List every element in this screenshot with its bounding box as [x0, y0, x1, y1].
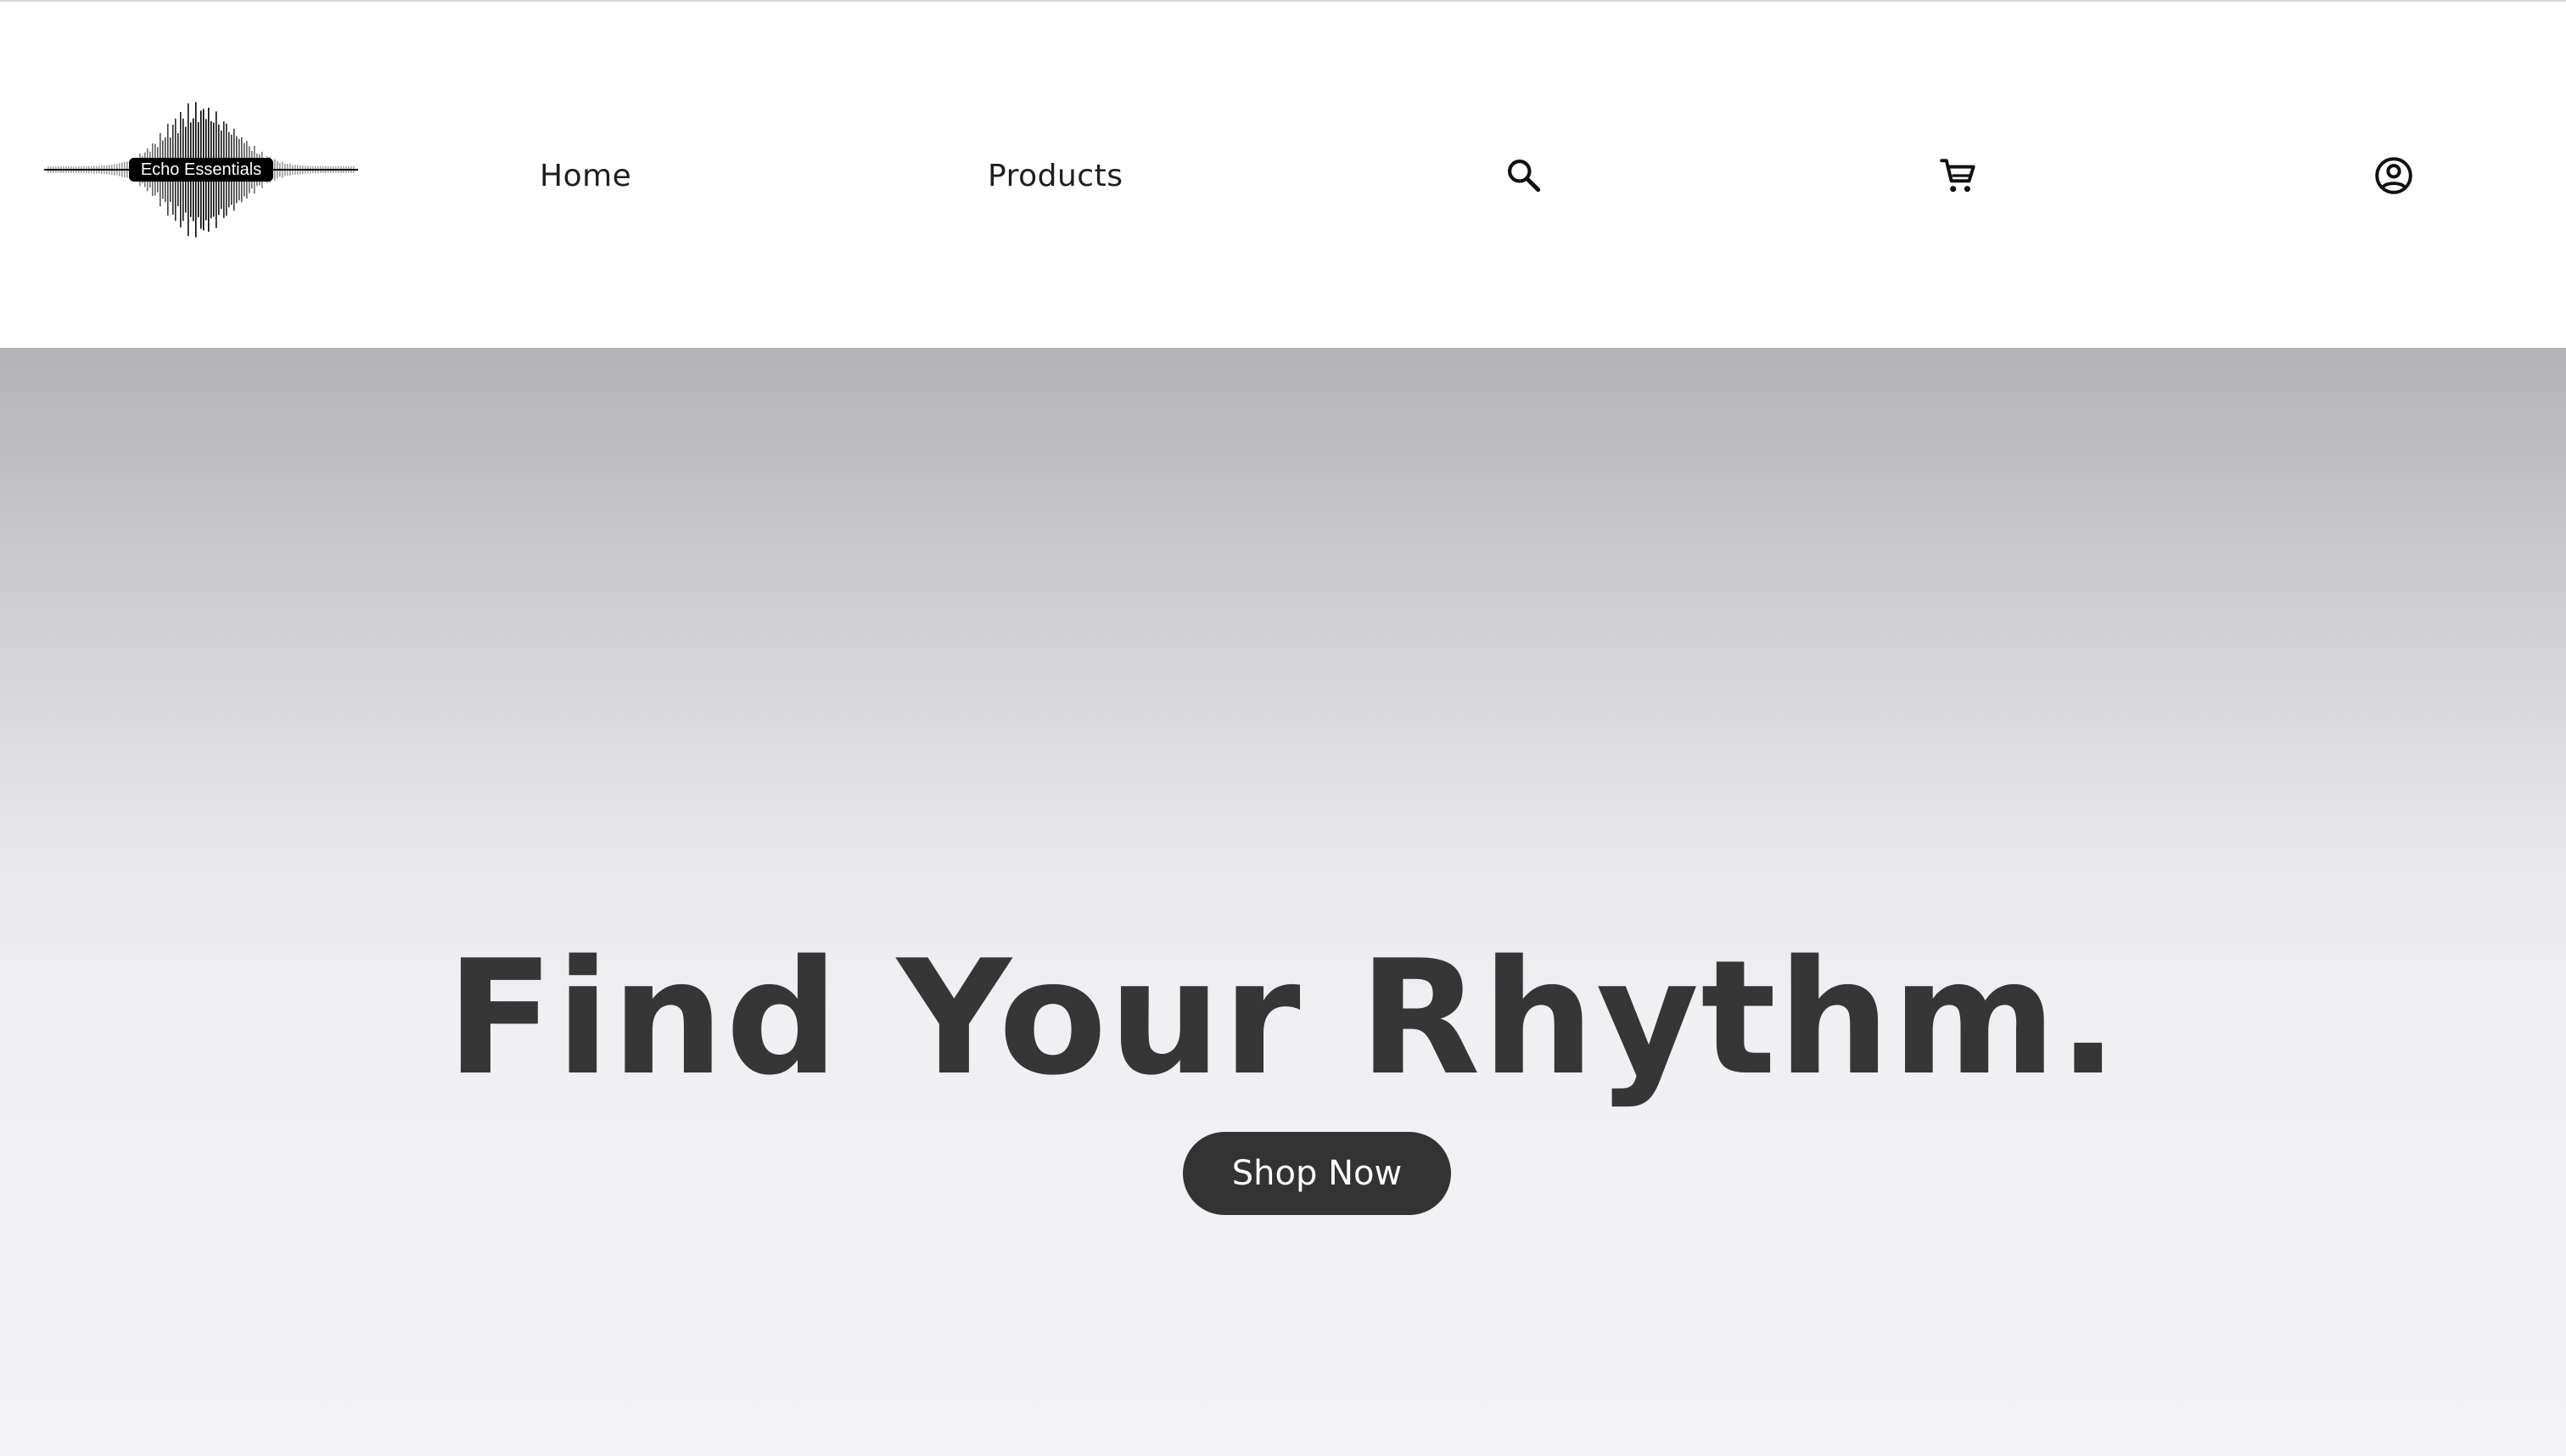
- search-icon: [1508, 160, 1541, 193]
- cart-button[interactable]: [1937, 154, 1980, 197]
- hero-title: Find Your Rhythm.: [445, 926, 2121, 1110]
- shop-now-button[interactable]: Shop Now: [1183, 1132, 1451, 1215]
- brand-logo[interactable]: Echo Essentials: [44, 93, 358, 246]
- account-icon: [2375, 157, 2412, 194]
- search-button[interactable]: [1503, 154, 1545, 197]
- page: Echo Essentials Home Products Find Your …: [0, 0, 2566, 1456]
- nav-products-link[interactable]: Products: [988, 153, 1123, 200]
- account-button[interactable]: [2373, 154, 2415, 197]
- site-header: Echo Essentials Home Products: [0, 0, 2566, 348]
- cart-icon: [1940, 159, 1975, 193]
- hero-section: Find Your Rhythm. Shop Now: [0, 348, 2566, 1456]
- nav-home-link[interactable]: Home: [540, 153, 631, 200]
- brand-name: Echo Essentials: [129, 158, 273, 182]
